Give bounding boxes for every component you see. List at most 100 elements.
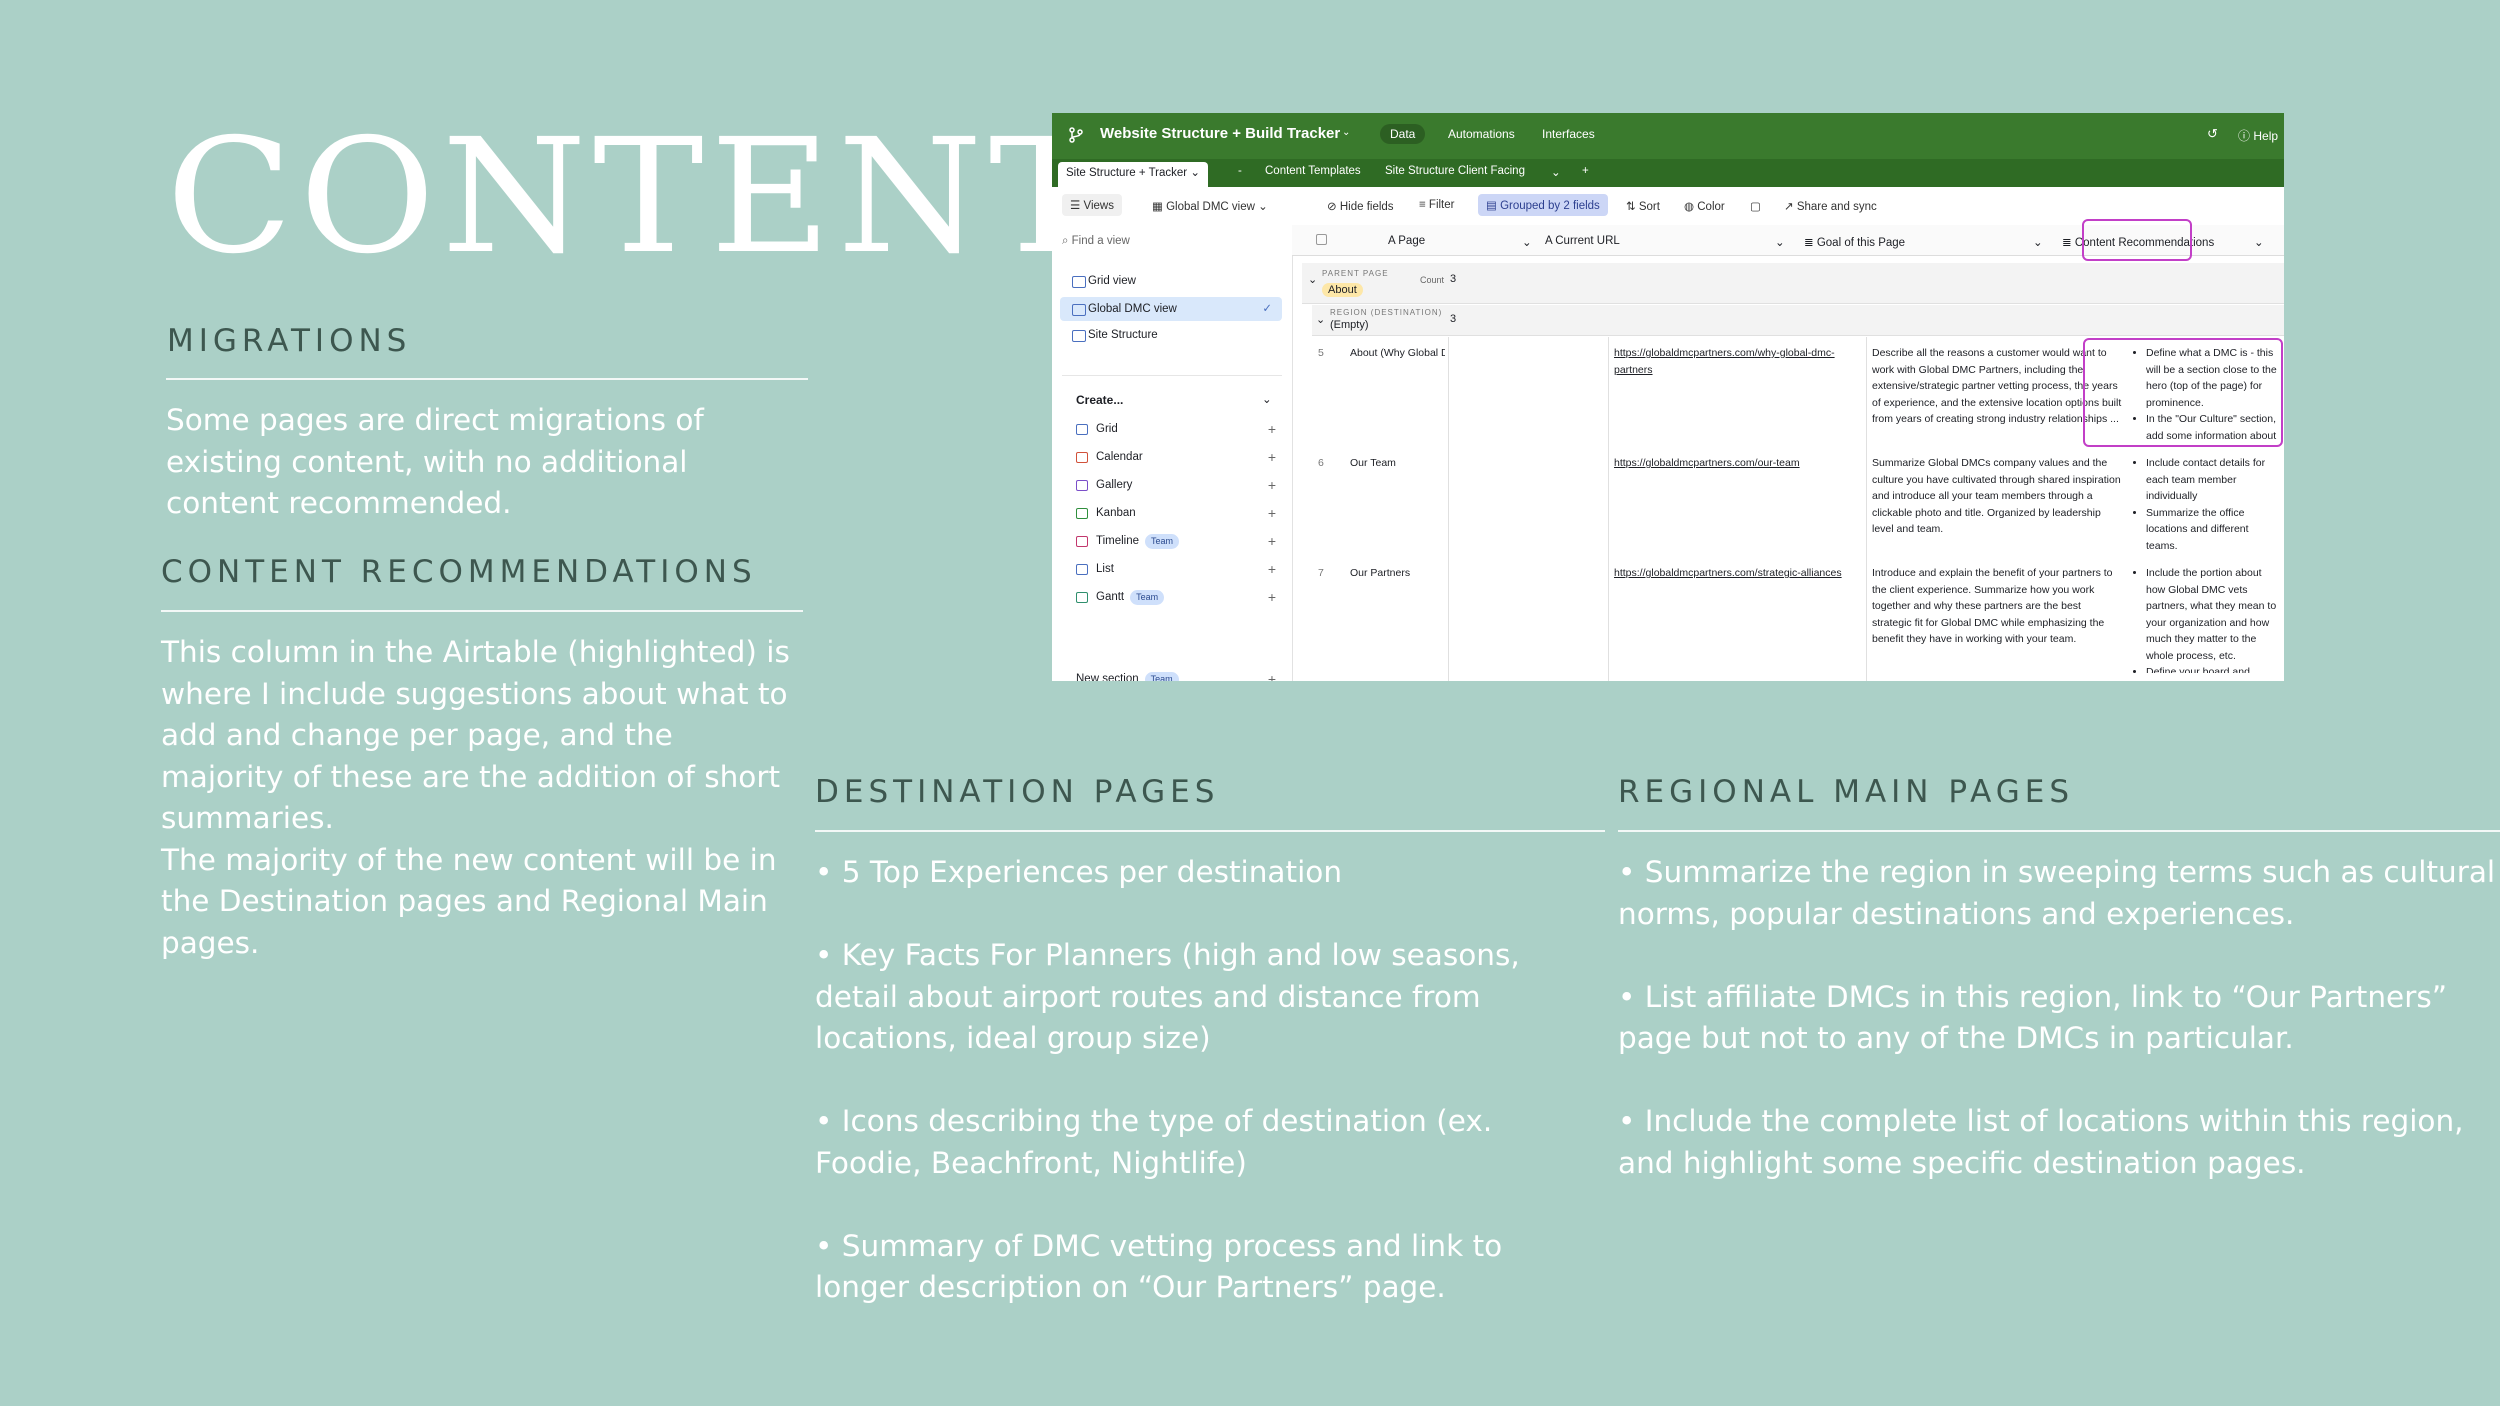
- cell-goal[interactable]: Introduce and explain the benefit of you…: [1872, 565, 2122, 673]
- cell-page[interactable]: Our Partners: [1350, 565, 1445, 582]
- color-button[interactable]: ◍ Color: [1684, 199, 1725, 213]
- sidebar-view-site-structure[interactable]: Site Structure: [1060, 323, 1282, 347]
- column-header-page[interactable]: A Page: [1388, 235, 1425, 247]
- tab-site-structure[interactable]: Site Structure + Tracker ⌄: [1058, 162, 1208, 187]
- group-count: 3: [1450, 313, 1457, 325]
- hide-fields-button[interactable]: ⊘ Hide fields: [1327, 199, 1394, 213]
- column-header-url[interactable]: A Current URL: [1545, 235, 1620, 247]
- base-title[interactable]: Website Structure + Build Tracker: [1100, 125, 1340, 142]
- tab-client-facing[interactable]: Site Structure Client Facing: [1385, 165, 1525, 177]
- help-button[interactable]: ⓘ Help: [2238, 127, 2278, 144]
- grid-icon: ▦: [1152, 201, 1163, 213]
- views-sidebar: ⌕ Find a view Grid view Global DMC view ✓…: [1052, 225, 1293, 681]
- filter-icon: ≡: [1419, 199, 1426, 211]
- sidebar-view-grid[interactable]: Grid view: [1060, 269, 1282, 293]
- recommendation-item: Include the portion about how Global DMC…: [2146, 565, 2278, 664]
- grid-icon: [1076, 424, 1088, 435]
- create-timeline[interactable]: Timeline Team +: [1076, 529, 1276, 553]
- grid-icon: [1072, 304, 1086, 316]
- recommendations-list: Include the portion about how Global DMC…: [2128, 565, 2278, 673]
- cell-divider: [1608, 337, 1609, 447]
- share-sync-button[interactable]: ↗ Share and sync: [1784, 199, 1877, 213]
- group-button[interactable]: ▤ Grouped by 2 fields: [1478, 194, 1608, 216]
- group-value: (Empty): [1330, 319, 1369, 331]
- help-icon: ⓘ: [2238, 129, 2251, 143]
- filter-button[interactable]: ≡ Filter: [1419, 199, 1454, 211]
- cell-recommendations[interactable]: Include the portion about how Global DMC…: [2128, 565, 2278, 673]
- chevron-down-icon[interactable]: ⌄: [1522, 235, 1532, 249]
- column-label: Current URL: [1555, 235, 1620, 247]
- create-calendar[interactable]: Calendar +: [1076, 445, 1276, 469]
- recommendations-text: This column in the Airtable (highlighted…: [161, 632, 801, 964]
- chevron-down-icon[interactable]: ⌄: [1551, 165, 1561, 179]
- group-count-label: Count: [1420, 275, 1445, 285]
- sidebar-view-global-dmc[interactable]: Global DMC view ✓: [1060, 297, 1282, 321]
- create-item-label: Gallery: [1096, 479, 1133, 491]
- cell-divider: [1608, 557, 1609, 681]
- sort-button[interactable]: ⇅ Sort: [1626, 199, 1660, 213]
- chevron-down-icon[interactable]: ⌄: [2033, 235, 2043, 249]
- create-kanban[interactable]: Kanban +: [1076, 501, 1276, 525]
- sidebar-divider: [1062, 375, 1282, 376]
- create-item-label: New section: [1076, 673, 1139, 681]
- group-header-parent[interactable]: ⌄ PARENT PAGE About Count 3: [1302, 263, 2284, 304]
- cell-recommendations[interactable]: Include contact details for each team me…: [2128, 455, 2278, 553]
- nav-automations[interactable]: Automations: [1438, 124, 1525, 144]
- views-button[interactable]: ☰ Views: [1062, 194, 1122, 216]
- regional-bullet: • List affiliate DMCs in this region, li…: [1618, 979, 2447, 1056]
- long-text-icon: ≣: [2062, 237, 2072, 249]
- find-view-input[interactable]: ⌕ Find a view: [1062, 235, 1282, 255]
- color-label: Color: [1697, 201, 1725, 213]
- cell-page[interactable]: About (Why Global DMC): [1350, 345, 1445, 362]
- current-view-button[interactable]: ▦ Global DMC view ⌄: [1152, 199, 1268, 213]
- table-row[interactable]: 7 Our Partners https://globaldmcpartners…: [1312, 557, 2284, 681]
- chevron-down-icon[interactable]: ⌄: [1775, 235, 1785, 249]
- tab-dash[interactable]: -: [1238, 165, 1242, 177]
- text-field-icon: A: [1545, 235, 1553, 247]
- cell-url-link[interactable]: https://globaldmcpartners.com/our-team: [1614, 455, 1859, 472]
- group-label: Grouped by 2 fields: [1500, 200, 1600, 212]
- search-icon: ⌕: [1062, 235, 1069, 247]
- chevron-down-icon[interactable]: ⌄: [1308, 273, 1317, 286]
- tab-content-templates[interactable]: Content Templates: [1265, 165, 1361, 177]
- select-all-checkbox[interactable]: [1316, 234, 1327, 245]
- column-header-goal[interactable]: ≣ Goal of this Page: [1804, 235, 1905, 249]
- row-height-icon[interactable]: ▢: [1750, 199, 1761, 213]
- find-view-placeholder: Find a view: [1071, 235, 1130, 247]
- nav-interfaces[interactable]: Interfaces: [1532, 124, 1605, 144]
- history-icon[interactable]: ↺: [2207, 126, 2218, 142]
- add-table-button[interactable]: +: [1582, 165, 1589, 177]
- cell-goal[interactable]: Summarize Global DMCs company values and…: [1872, 455, 2122, 553]
- group-header-region[interactable]: ⌄ REGION (DESTINATION) (Empty) 3: [1312, 305, 2284, 336]
- create-item-label: Timeline: [1096, 535, 1140, 547]
- column-label: Page: [1398, 235, 1426, 247]
- create-item-label: List: [1096, 563, 1114, 575]
- recommendations-paragraph: The majority of the new content will be …: [161, 842, 777, 960]
- create-grid[interactable]: Grid +: [1076, 417, 1276, 441]
- sidebar-view-label: Site Structure: [1088, 329, 1158, 341]
- sort-icon: ⇅: [1626, 201, 1636, 213]
- create-gantt[interactable]: Gantt Team +: [1076, 585, 1276, 609]
- chevron-down-icon[interactable]: ⌄: [1342, 127, 1350, 138]
- cell-page[interactable]: Our Team: [1350, 455, 1445, 472]
- chevron-down-icon[interactable]: ⌄: [1262, 392, 1272, 406]
- cell-divider: [1448, 557, 1449, 681]
- destination-divider: [815, 830, 1605, 832]
- table-row[interactable]: 6 Our Team https://globaldmcpartners.com…: [1312, 447, 2284, 558]
- create-view-label[interactable]: Create...: [1076, 393, 1123, 407]
- nav-data[interactable]: Data: [1380, 124, 1426, 144]
- create-gallery[interactable]: Gallery +: [1076, 473, 1276, 497]
- chevron-down-icon[interactable]: ⌄: [2254, 235, 2264, 249]
- paint-bucket-icon: ◍: [1684, 201, 1695, 213]
- recommendations-list: Include contact details for each team me…: [2128, 455, 2278, 553]
- create-item-label: Calendar: [1096, 451, 1143, 463]
- create-list[interactable]: List +: [1076, 557, 1276, 581]
- chevron-down-icon[interactable]: ⌄: [1316, 313, 1325, 326]
- migrations-heading: MIGRATIONS: [167, 323, 412, 359]
- create-new-section[interactable]: New section Team +: [1076, 667, 1276, 681]
- share-icon: ↗: [1784, 201, 1794, 213]
- cell-url-link[interactable]: https://globaldmcpartners.com/strategic-…: [1614, 565, 1859, 582]
- cell-url-link[interactable]: https://globaldmcpartners.com/why-global…: [1614, 345, 1859, 378]
- eye-off-icon: ⊘: [1327, 201, 1337, 213]
- regional-bullet: • Include the complete list of locations…: [1618, 1104, 2464, 1180]
